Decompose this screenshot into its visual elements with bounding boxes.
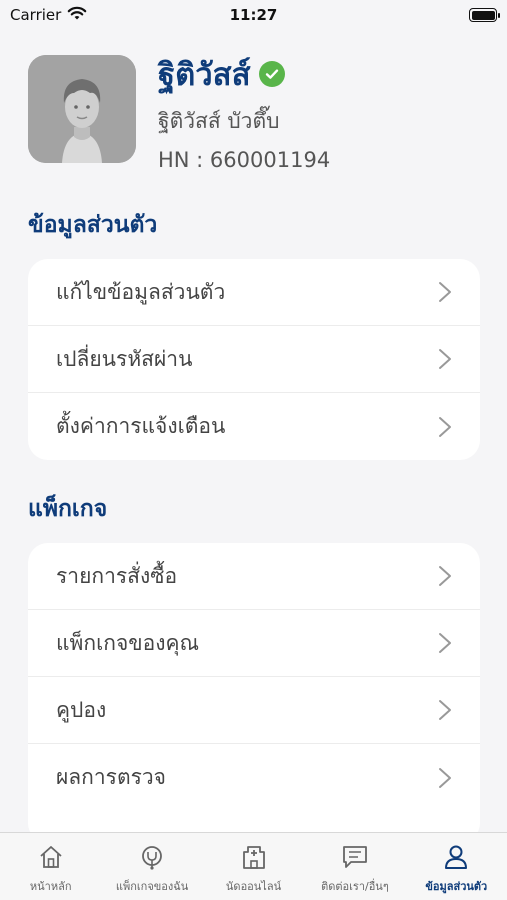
- menu-item-coupons[interactable]: คูปอง: [28, 677, 480, 744]
- chevron-right-icon: [439, 633, 451, 653]
- carrier-label: Carrier: [10, 6, 62, 24]
- menu-item-orders[interactable]: รายการสั่งซื้อ: [28, 543, 480, 610]
- menu-item-test-results[interactable]: ผลการตรวจ: [28, 744, 480, 811]
- menu-item-edit-profile[interactable]: แก้ไขข้อมูลส่วนตัว: [28, 259, 480, 326]
- battery-icon: [469, 8, 500, 22]
- profile-full-name: ฐิติวัสส์ บัวตึ๊บ: [158, 109, 280, 133]
- status-left: Carrier: [10, 6, 87, 25]
- tab-label: ติดต่อเรา/อื่นๆ: [321, 880, 389, 893]
- package-menu-card: รายการสั่งซื้อ แพ็กเกจของคุณ คูปอง ผลการ…: [28, 543, 480, 843]
- tab-bar: หน้าหลัก แพ็กเกจของฉัน นัดออนไลน์ ติดต่อ…: [0, 832, 507, 900]
- tab-my-packages[interactable]: แพ็กเกจของฉัน: [101, 833, 202, 900]
- menu-item-your-packages[interactable]: แพ็กเกจของคุณ: [28, 610, 480, 677]
- verified-check-icon: [258, 61, 285, 87]
- chevron-right-icon: [439, 767, 451, 788]
- profile-header: ฐิติวัสส์ ฐิติวัสส์ บัวตึ๊บ HN : 6600011…: [28, 55, 330, 172]
- menu-item-label: ตั้งค่าการแจ้งเตือน: [56, 414, 226, 438]
- profile-name: ฐิติวัสส์: [158, 57, 251, 93]
- tab-profile[interactable]: ข้อมูลส่วนตัว: [406, 833, 507, 900]
- stethoscope-icon: [142, 846, 163, 870]
- menu-item-label: แก้ไขข้อมูลส่วนตัว: [56, 279, 226, 304]
- tab-label: ข้อมูลส่วนตัว: [425, 880, 488, 893]
- section-title-personal: ข้อมูลส่วนตัว: [28, 212, 158, 238]
- home-icon: [40, 846, 62, 868]
- chevron-right-icon: [439, 349, 451, 369]
- personal-menu-card: แก้ไขข้อมูลส่วนตัว เปลี่ยนรหัสผ่าน ตั้งค…: [28, 259, 480, 460]
- tab-label: นัดออนไลน์: [225, 880, 282, 893]
- chevron-right-icon: [439, 566, 451, 586]
- chevron-right-icon: [439, 700, 451, 720]
- tab-contact-us[interactable]: ติดต่อเรา/อื่นๆ: [304, 833, 405, 900]
- profile-info: ฐิติวัสส์ ฐิติวัสส์ บัวตึ๊บ HN : 6600011…: [158, 55, 330, 172]
- tab-home[interactable]: หน้าหลัก: [0, 833, 101, 900]
- menu-item-notification-settings[interactable]: ตั้งค่าการแจ้งเตือน: [28, 393, 480, 460]
- tab-online-appointment[interactable]: นัดออนไลน์: [203, 833, 304, 900]
- menu-item-label: แพ็กเกจของคุณ: [56, 630, 200, 655]
- name-row: ฐิติวัสส์: [158, 55, 330, 93]
- status-bar: Carrier 11:27: [0, 0, 507, 30]
- hospital-icon: [242, 846, 265, 869]
- avatar-placeholder-icon: [28, 55, 136, 163]
- wifi-icon: [67, 6, 87, 25]
- menu-item-label: ผลการตรวจ: [56, 765, 166, 789]
- chat-icon: [343, 846, 367, 868]
- tab-label: หน้าหลัก: [29, 880, 72, 893]
- chevron-right-icon: [439, 416, 451, 437]
- menu-item-change-password[interactable]: เปลี่ยนรหัสผ่าน: [28, 326, 480, 393]
- tab-label: แพ็กเกจของฉัน: [115, 880, 189, 893]
- avatar[interactable]: [28, 55, 136, 163]
- chevron-right-icon: [439, 282, 451, 302]
- menu-item-label: เปลี่ยนรหัสผ่าน: [56, 346, 193, 371]
- section-title-package: แพ็กเกจ: [28, 496, 108, 522]
- person-icon: [445, 845, 468, 869]
- profile-hn: HN : 660001194: [158, 148, 331, 172]
- menu-item-label: คูปอง: [56, 697, 107, 722]
- menu-item-label: รายการสั่งซื้อ: [56, 563, 178, 588]
